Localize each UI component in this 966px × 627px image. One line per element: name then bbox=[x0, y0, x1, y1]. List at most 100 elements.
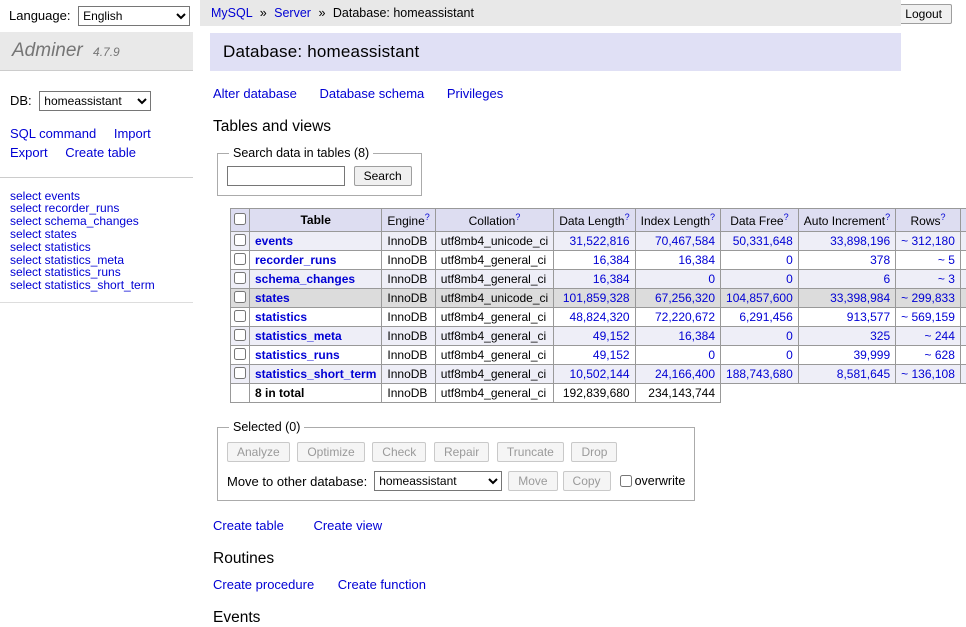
data-free-link[interactable]: 188,743,680 bbox=[726, 367, 793, 381]
auto-increment-link[interactable]: 33,898,196 bbox=[830, 234, 890, 248]
row-checkbox[interactable] bbox=[234, 310, 246, 322]
data-free-link[interactable]: 0 bbox=[786, 272, 793, 286]
row-checkbox[interactable] bbox=[234, 291, 246, 303]
data-free-link[interactable]: 50,331,648 bbox=[733, 234, 793, 248]
table-name-link[interactable]: statistics_runs bbox=[255, 348, 340, 362]
rows-count-link[interactable]: ~ 312,180 bbox=[901, 234, 955, 248]
row-checkbox[interactable] bbox=[234, 348, 246, 360]
move-button[interactable]: Move bbox=[508, 471, 557, 491]
privileges-link[interactable]: Privileges bbox=[447, 86, 503, 101]
search-input[interactable] bbox=[227, 166, 345, 186]
rows-help-link[interactable]: ? bbox=[941, 212, 946, 222]
data-length-link[interactable]: 16,384 bbox=[593, 253, 630, 267]
data-length-link[interactable]: 31,522,816 bbox=[570, 234, 630, 248]
data-length-link[interactable]: 16,384 bbox=[593, 272, 630, 286]
table-name-link[interactable]: events bbox=[255, 234, 293, 248]
sidebar-link-import[interactable]: Import bbox=[114, 126, 151, 141]
optimize-button[interactable]: Optimize bbox=[297, 442, 364, 462]
table-name-link[interactable]: statistics_short_term bbox=[255, 367, 376, 381]
index-length-link[interactable]: 72,220,672 bbox=[655, 310, 715, 324]
data-length-link[interactable]: 48,824,320 bbox=[570, 310, 630, 324]
data-free-link[interactable]: 6,291,456 bbox=[739, 310, 792, 324]
check-button[interactable]: Check bbox=[372, 442, 426, 462]
auto-increment-help-link[interactable]: ? bbox=[885, 212, 890, 222]
section-heading-tables: Tables and views bbox=[213, 118, 901, 136]
index-length-link[interactable]: 16,384 bbox=[678, 253, 715, 267]
row-checkbox[interactable] bbox=[234, 329, 246, 341]
create-procedure-link[interactable]: Create procedure bbox=[213, 577, 314, 592]
table-name-link[interactable]: statistics_meta bbox=[255, 329, 342, 343]
auto-increment-link[interactable]: 913,577 bbox=[847, 310, 890, 324]
alter-database-link[interactable]: Alter database bbox=[213, 86, 297, 101]
cell-collation: utf8mb4_general_ci bbox=[435, 327, 553, 346]
rows-count-link[interactable]: ~ 5 bbox=[938, 253, 955, 267]
data-length-link[interactable]: 10,502,144 bbox=[570, 367, 630, 381]
rows-count-link[interactable]: ~ 3 bbox=[938, 272, 955, 286]
language-select[interactable]: English bbox=[78, 6, 190, 26]
rows-count-link[interactable]: ~ 244 bbox=[925, 329, 955, 343]
data-free-link[interactable]: 104,857,600 bbox=[726, 291, 793, 305]
index-length-link[interactable]: 70,467,584 bbox=[655, 234, 715, 248]
auto-increment-link[interactable]: 378 bbox=[870, 253, 890, 267]
search-button[interactable]: Search bbox=[354, 166, 412, 186]
database-schema-link[interactable]: Database schema bbox=[319, 86, 424, 101]
overwrite-checkbox[interactable] bbox=[620, 475, 632, 487]
logout-button[interactable]: Logout bbox=[895, 4, 952, 24]
data-length-link[interactable]: 101,859,328 bbox=[563, 291, 630, 305]
table-name-link[interactable]: schema_changes bbox=[255, 272, 355, 286]
data-free-help-link[interactable]: ? bbox=[784, 212, 789, 222]
breadcrumb-link-mysql[interactable]: MySQL bbox=[211, 6, 252, 20]
table-name-link[interactable]: statistics bbox=[255, 310, 307, 324]
index-length-link[interactable]: 16,384 bbox=[678, 329, 715, 343]
collation-help-link[interactable]: ? bbox=[515, 212, 520, 222]
data-free-link[interactable]: 0 bbox=[786, 348, 793, 362]
cell-collation: utf8mb4_unicode_ci bbox=[435, 289, 553, 308]
auto-increment-link[interactable]: 33,398,984 bbox=[830, 291, 890, 305]
rows-count-link[interactable]: ~ 569,159 bbox=[901, 310, 955, 324]
row-checkbox[interactable] bbox=[234, 253, 246, 265]
index-length-link[interactable]: 67,256,320 bbox=[655, 291, 715, 305]
row-checkbox[interactable] bbox=[234, 367, 246, 379]
auto-increment-link[interactable]: 8,581,645 bbox=[837, 367, 890, 381]
db-select[interactable]: homeassistant bbox=[39, 91, 151, 111]
col-header-rows: Rows? bbox=[896, 209, 961, 232]
create-table-link[interactable]: Create table bbox=[213, 518, 284, 533]
data-free-link[interactable]: 0 bbox=[786, 329, 793, 343]
move-db-select[interactable]: homeassistant bbox=[374, 471, 502, 491]
engine-help-link[interactable]: ? bbox=[425, 212, 430, 222]
data-free-link[interactable]: 0 bbox=[786, 253, 793, 267]
sidebar-link-create-table[interactable]: Create table bbox=[65, 145, 136, 160]
cell-rows: ~ 136,108 bbox=[896, 365, 961, 384]
create-view-link[interactable]: Create view bbox=[313, 518, 382, 533]
copy-button[interactable]: Copy bbox=[563, 471, 611, 491]
auto-increment-link[interactable]: 6 bbox=[883, 272, 890, 286]
table-name-link[interactable]: states bbox=[255, 291, 290, 305]
sidebar-table-link-states[interactable]: select states bbox=[10, 228, 183, 241]
table-name-link[interactable]: recorder_runs bbox=[255, 253, 336, 267]
truncate-button[interactable]: Truncate bbox=[497, 442, 564, 462]
row-checkbox[interactable] bbox=[234, 234, 246, 246]
data-length-link[interactable]: 49,152 bbox=[593, 348, 630, 362]
repair-button[interactable]: Repair bbox=[434, 442, 489, 462]
analyze-button[interactable]: Analyze bbox=[227, 442, 290, 462]
index-length-link[interactable]: 0 bbox=[708, 348, 715, 362]
row-checkbox[interactable] bbox=[234, 272, 246, 284]
sidebar-table-link-statistics-short-term[interactable]: select statistics_short_term bbox=[10, 279, 183, 292]
index-length-link[interactable]: 0 bbox=[708, 272, 715, 286]
data-length-help-link[interactable]: ? bbox=[625, 212, 630, 222]
breadcrumb-link-server[interactable]: Server bbox=[274, 6, 311, 20]
rows-count-link[interactable]: ~ 628 bbox=[925, 348, 955, 362]
data-length-link[interactable]: 49,152 bbox=[593, 329, 630, 343]
drop-button[interactable]: Drop bbox=[571, 442, 617, 462]
sidebar-table-link-statistics[interactable]: select statistics bbox=[10, 241, 183, 254]
index-length-help-link[interactable]: ? bbox=[710, 212, 715, 222]
auto-increment-link[interactable]: 39,999 bbox=[853, 348, 890, 362]
create-function-link[interactable]: Create function bbox=[338, 577, 426, 592]
rows-count-link[interactable]: ~ 299,833 bbox=[901, 291, 955, 305]
sidebar-link-sql-command[interactable]: SQL command bbox=[10, 126, 96, 141]
rows-count-link[interactable]: ~ 136,108 bbox=[901, 367, 955, 381]
index-length-link[interactable]: 24,166,400 bbox=[655, 367, 715, 381]
select-all-checkbox[interactable] bbox=[234, 213, 246, 225]
sidebar-link-export[interactable]: Export bbox=[10, 145, 48, 160]
auto-increment-link[interactable]: 325 bbox=[870, 329, 890, 343]
